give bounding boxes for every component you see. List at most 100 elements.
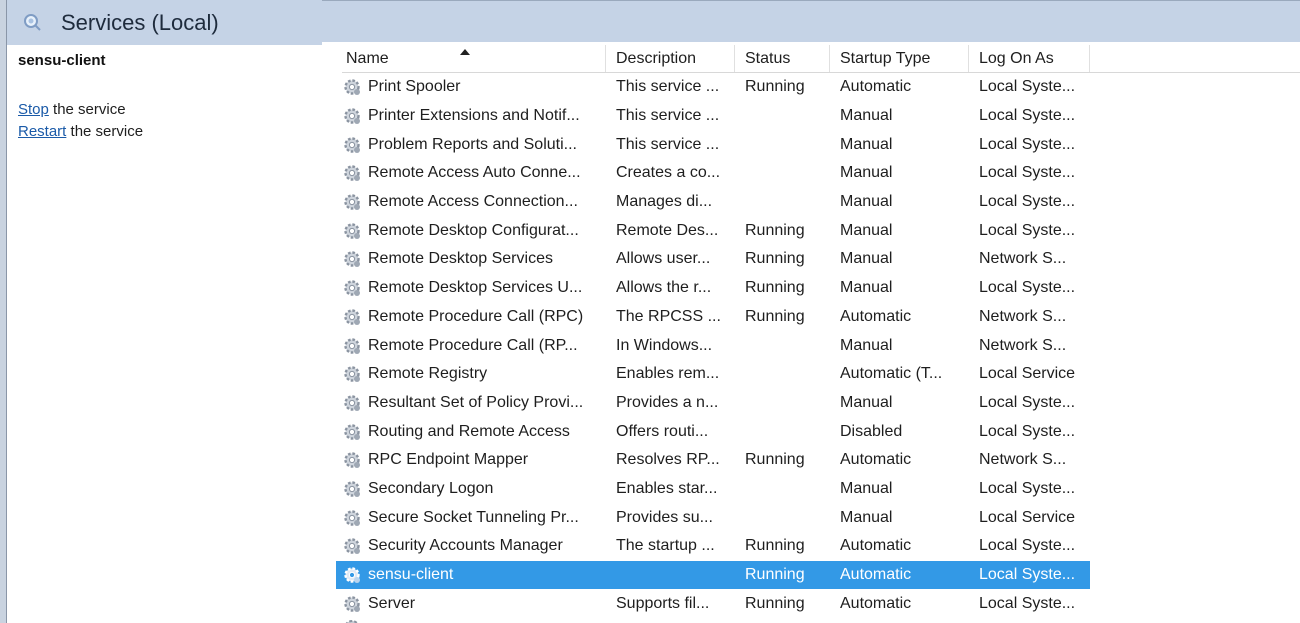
- table-row[interactable]: Server Supports fil... Running Automatic…: [336, 589, 1300, 618]
- service-name-cell: sensu-client: [336, 561, 606, 590]
- service-name-cell: Remote Registry: [336, 364, 606, 384]
- service-actions: Stop the service Restart the service: [18, 99, 327, 143]
- service-startup-type: Automatic: [840, 594, 912, 612]
- service-gear-icon: [344, 223, 360, 239]
- service-log-on-as: Network S...: [979, 250, 1067, 268]
- extended-pane: sensu-client Stop the service Restart th…: [7, 42, 327, 623]
- service-name-cell: Remote Access Auto Conne...: [336, 163, 606, 183]
- service-status: Running: [735, 561, 830, 590]
- service-startup-type: Manual: [840, 107, 893, 125]
- service-name: RPC Endpoint Mapper: [368, 451, 529, 469]
- table-row[interactable]: Remote Access Connection... Manages di..…: [336, 188, 1300, 217]
- service-gear-icon: [345, 620, 359, 623]
- service-startup-type: Manual: [840, 250, 893, 268]
- table-row[interactable]: Remote Procedure Call (RPC) The RPCSS ..…: [336, 303, 1300, 332]
- table-row[interactable]: Print Spooler This service ... Running A…: [336, 73, 1300, 102]
- service-log-on-as: Local Syste...: [979, 422, 1076, 440]
- service-startup-type: Automatic: [840, 451, 912, 469]
- column-header-log-on-as[interactable]: Log On As: [969, 45, 1090, 72]
- service-name: sensu-client: [368, 566, 454, 584]
- service-log-on-as: Local Syste...: [979, 164, 1076, 182]
- service-gear-icon: [344, 108, 360, 125]
- service-description: Offers routi...: [616, 422, 709, 440]
- table-row-partial[interactable]: [336, 618, 1300, 623]
- window-left-border: [0, 0, 7, 623]
- service-name-cell: Secure Socket Tunneling Pr...: [336, 508, 606, 528]
- column-name-label: Name: [346, 50, 389, 67]
- table-row[interactable]: Remote Desktop Configurat... Remote Des.…: [336, 216, 1300, 245]
- service-gear-icon: [344, 337, 360, 354]
- service-name-cell: Remote Desktop Services: [336, 249, 606, 269]
- tab-corner: [322, 72, 342, 86]
- service-gear-icon: [344, 538, 360, 555]
- service-startup-type: Manual: [840, 508, 893, 526]
- service-gear-icon: [344, 481, 360, 497]
- window-title: Services (Local): [61, 9, 219, 35]
- service-gear-icon: [344, 309, 360, 325]
- table-row[interactable]: sensu-client Running Automatic Local Sys…: [336, 561, 1300, 590]
- service-log-on-as: Local Syste...: [979, 279, 1076, 297]
- service-startup-type: Manual: [840, 479, 893, 497]
- service-status: Running: [745, 307, 805, 325]
- table-row[interactable]: Security Accounts Manager The startup ..…: [336, 532, 1300, 561]
- service-gear-icon: [344, 251, 360, 268]
- service-startup-type: Manual: [840, 336, 893, 354]
- service-status: Running: [745, 78, 805, 96]
- service-startup-type: Automatic: [830, 561, 969, 590]
- table-row[interactable]: Printer Extensions and Notif... This ser…: [336, 102, 1300, 131]
- service-description: Allows the r...: [616, 279, 712, 297]
- service-startup-type: Manual: [840, 135, 893, 153]
- table-row[interactable]: Remote Access Auto Conne... Creates a co…: [336, 159, 1300, 188]
- service-name-cell: Remote Desktop Services U...: [336, 278, 606, 298]
- service-log-on-as: Local Syste...: [979, 107, 1076, 125]
- service-log-on-as: Local Syste...: [979, 594, 1076, 612]
- service-description: Enables rem...: [616, 365, 720, 383]
- service-name-cell: Printer Extensions and Notif...: [336, 106, 606, 126]
- column-header-row: Name Description Status Startup Type Log…: [336, 45, 1300, 73]
- service-description: Provides a n...: [616, 393, 719, 411]
- service-name: Print Spooler: [368, 78, 461, 96]
- column-header-name[interactable]: Name: [336, 45, 606, 72]
- table-row[interactable]: RPC Endpoint Mapper Resolves RP... Runni…: [336, 446, 1300, 475]
- service-name-cell: Server: [336, 594, 606, 614]
- table-row[interactable]: Routing and Remote Access Offers routi..…: [336, 417, 1300, 446]
- service-gear-icon: [344, 452, 360, 469]
- table-row[interactable]: Remote Desktop Services U... Allows the …: [336, 274, 1300, 303]
- service-startup-type: Manual: [840, 393, 893, 411]
- service-description: Manages di...: [616, 193, 713, 211]
- service-gear-icon: [344, 366, 360, 383]
- service-name: Remote Procedure Call (RPC): [368, 307, 584, 325]
- restart-action: Restart the service: [18, 121, 327, 143]
- table-row[interactable]: Remote Registry Enables rem... Automatic…: [336, 360, 1300, 389]
- service-description: Resolves RP...: [616, 451, 720, 469]
- service-name: Remote Desktop Configurat...: [368, 221, 579, 239]
- service-startup-type: Manual: [840, 279, 893, 297]
- service-name: Secondary Logon: [368, 479, 494, 497]
- restart-link[interactable]: Restart: [18, 123, 66, 140]
- column-header-startup-type[interactable]: Startup Type: [830, 45, 969, 72]
- service-name: Remote Access Auto Conne...: [368, 164, 581, 182]
- service-log-on-as: Local Syste...: [979, 78, 1076, 96]
- column-header-status[interactable]: Status: [735, 45, 830, 72]
- table-row[interactable]: Secondary Logon Enables star... Manual L…: [336, 475, 1300, 504]
- table-row[interactable]: Remote Desktop Services Allows user... R…: [336, 245, 1300, 274]
- service-startup-type: Automatic (T...: [840, 365, 943, 383]
- table-row[interactable]: Secure Socket Tunneling Pr... Provides s…: [336, 503, 1300, 532]
- service-log-on-as: Local Service: [979, 508, 1076, 526]
- column-header-description[interactable]: Description: [606, 45, 735, 72]
- table-row[interactable]: Resultant Set of Policy Provi... Provide…: [336, 389, 1300, 418]
- service-gear-icon: [344, 165, 360, 182]
- stop-link[interactable]: Stop: [18, 101, 49, 118]
- service-name-cell: Resultant Set of Policy Provi...: [336, 393, 606, 413]
- service-log-on-as: Local Syste...: [979, 393, 1076, 411]
- service-rows: Print Spooler This service ... Running A…: [336, 73, 1300, 618]
- service-name-cell: Remote Procedure Call (RP...: [336, 336, 606, 356]
- services-content: sensu-client Stop the service Restart th…: [7, 42, 1300, 623]
- service-description: This service ...: [616, 107, 720, 125]
- table-row[interactable]: Remote Procedure Call (RP... In Windows.…: [336, 331, 1300, 360]
- service-log-on-as: Local Syste...: [979, 193, 1076, 211]
- service-name-cell: Remote Access Connection...: [336, 192, 606, 212]
- table-row[interactable]: Problem Reports and Soluti... This servi…: [336, 130, 1300, 159]
- column-header-filler: [1090, 45, 1300, 72]
- service-log-on-as: Local Service: [979, 365, 1076, 383]
